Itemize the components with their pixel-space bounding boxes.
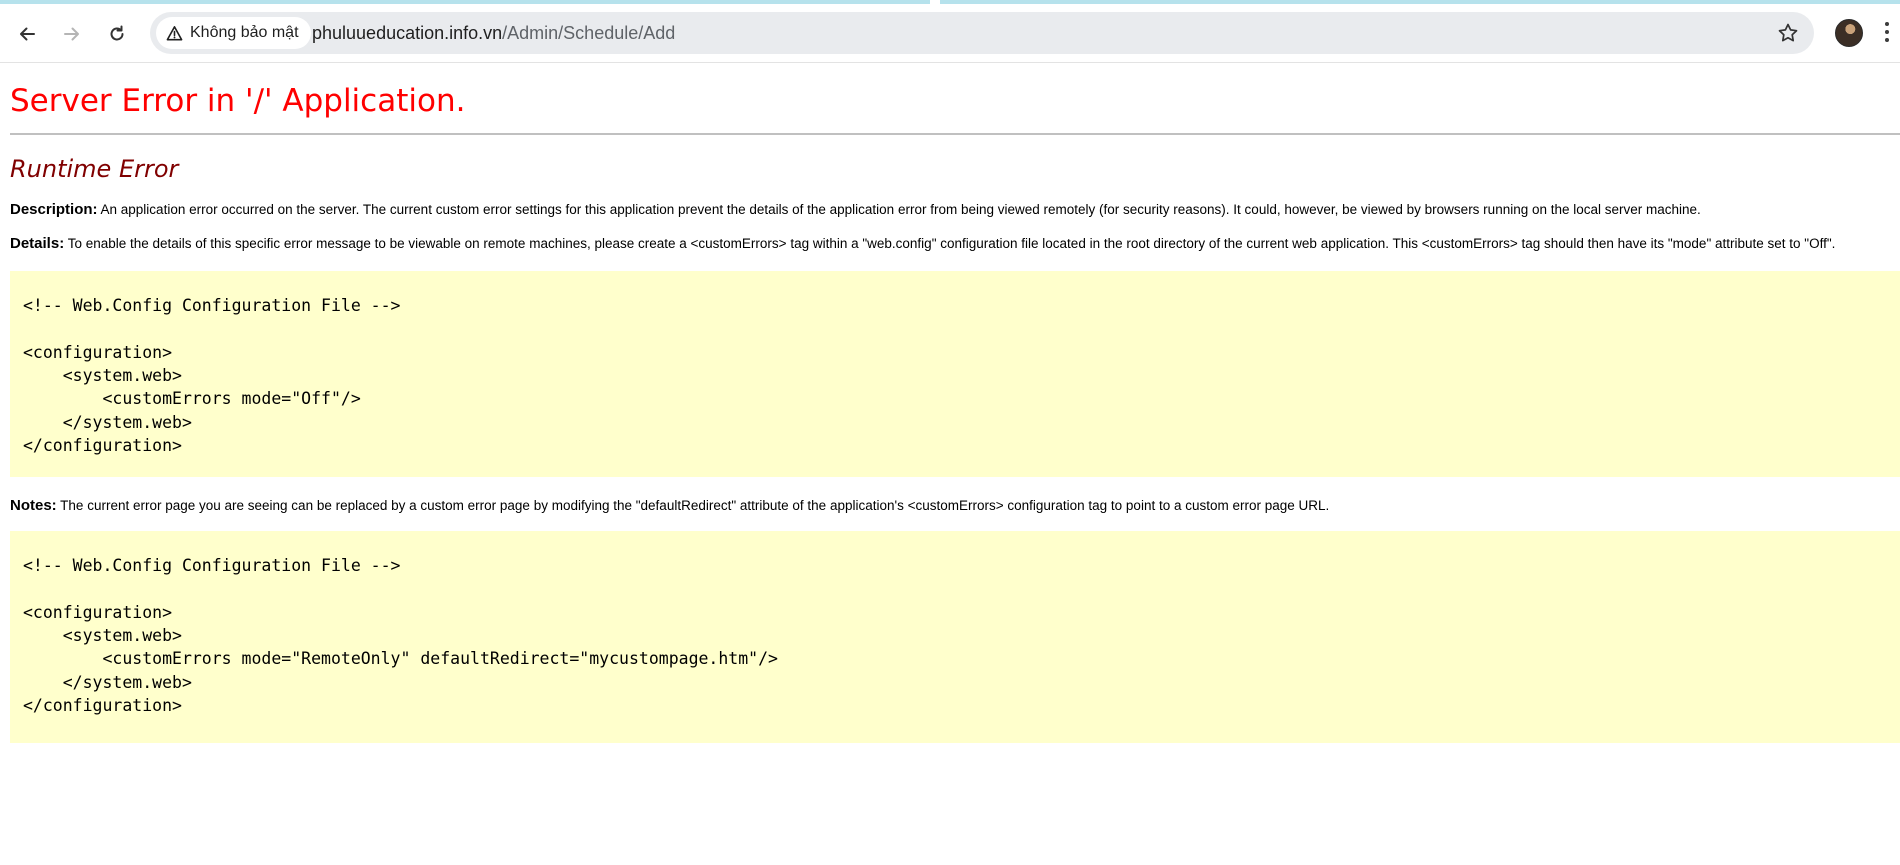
details-label: Details: xyxy=(10,235,65,252)
url-host: phuluueducation.info.vn xyxy=(312,23,503,43)
notes-paragraph: Notes: The current error page you are se… xyxy=(10,497,1329,514)
security-label: Không bảo mật xyxy=(190,24,299,41)
reload-icon xyxy=(110,25,124,41)
description-label: Description: xyxy=(10,201,98,218)
warning-triangle-icon xyxy=(166,25,183,40)
description-text: An application error occurred on the ser… xyxy=(97,202,1701,217)
back-button[interactable] xyxy=(11,18,43,50)
page-title: Server Error in '/' Application. xyxy=(10,83,466,119)
tab-strip xyxy=(0,0,945,4)
notes-label: Notes: xyxy=(10,497,57,514)
code-block-off: <!-- Web.Config Configuration File --> <… xyxy=(10,271,1900,477)
notes-text: The current error page you are seeing ca… xyxy=(56,498,1330,513)
description-paragraph: Description: An application error occurr… xyxy=(10,201,1701,218)
title-divider xyxy=(10,133,1900,135)
star-icon xyxy=(1778,23,1798,42)
code-block-remoteonly: <!-- Web.Config Configuration File --> <… xyxy=(10,531,1900,743)
arrow-left-icon xyxy=(20,27,35,41)
details-paragraph: Details: To enable the details of this s… xyxy=(10,235,1835,252)
menu-dot-icon xyxy=(1885,22,1889,26)
browser-menu-button[interactable] xyxy=(1884,22,1890,44)
url-path: /Admin/Schedule/Add xyxy=(502,23,676,43)
profile-avatar[interactable] xyxy=(1835,19,1863,47)
arrow-right-icon xyxy=(64,27,79,41)
reload-button[interactable] xyxy=(101,18,133,50)
forward-button[interactable] xyxy=(56,18,88,50)
error-type-heading: Runtime Error xyxy=(10,155,179,183)
active-tab-edge xyxy=(940,0,1900,4)
config-code-remoteonly: <!-- Web.Config Configuration File --> <… xyxy=(23,556,778,716)
url-text[interactable]: phuluueducation.info.vn/Admin/Schedule/A… xyxy=(312,12,675,54)
browser-toolbar: Không bảo mật phuluueducation.info.vn/Ad… xyxy=(0,0,1900,63)
config-code-off: <!-- Web.Config Configuration File --> <… xyxy=(23,296,401,456)
address-bar[interactable]: Không bảo mật phuluueducation.info.vn/Ad… xyxy=(150,12,1814,54)
security-indicator[interactable]: Không bảo mật xyxy=(156,17,311,49)
bookmark-star-button[interactable] xyxy=(1776,21,1800,45)
details-text: To enable the details of this specific e… xyxy=(64,236,1836,251)
